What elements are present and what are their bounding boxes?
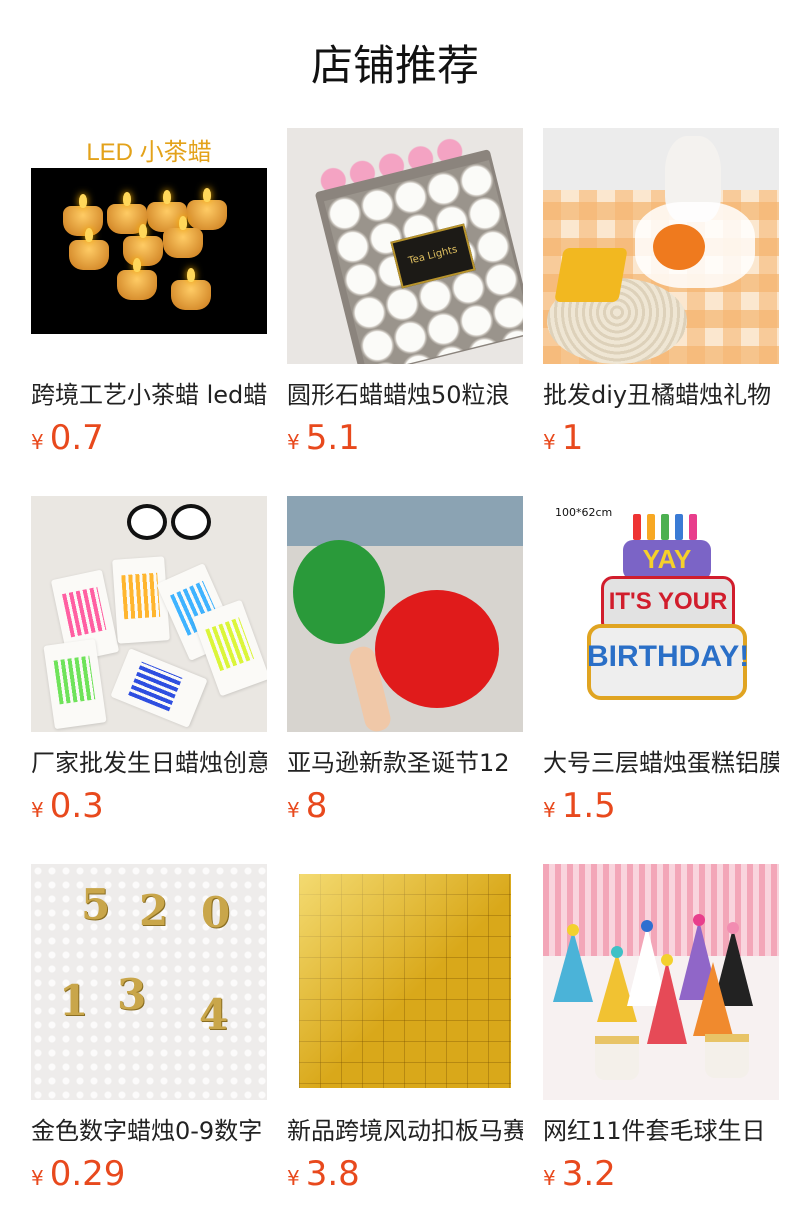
digit-candle: 2 <box>139 886 169 935</box>
product-price: ¥3.2 <box>543 1152 779 1202</box>
price-value: 1.5 <box>561 786 616 826</box>
price-value: 0.3 <box>49 786 104 826</box>
currency-symbol: ¥ <box>543 1166 556 1190</box>
currency-symbol: ¥ <box>31 430 44 454</box>
image-caption: LED 小茶蜡 <box>86 139 212 166</box>
price-value: 3.8 <box>305 1154 360 1194</box>
product-card[interactable]: 新品跨境风动扣板马赛 ¥3.8 <box>287 864 523 1232</box>
page-title: 店铺推荐 <box>310 41 479 90</box>
currency-symbol: ¥ <box>543 430 556 454</box>
product-price: ¥1.5 <box>543 784 779 834</box>
product-image[interactable]: Tea Lights <box>287 128 523 364</box>
led-candles-photo <box>31 168 267 334</box>
product-image[interactable] <box>287 496 523 732</box>
product-name[interactable]: 大号三层蜡烛蛋糕铝膜 <box>543 746 779 780</box>
product-name[interactable]: 跨境工艺小茶蜡 led蜡 <box>31 378 267 412</box>
balloon-text: YAY <box>642 544 692 574</box>
currency-symbol: ¥ <box>287 430 300 454</box>
currency-symbol: ¥ <box>31 798 44 822</box>
orange-candle <box>653 224 705 270</box>
cheese-candle <box>554 248 628 302</box>
product-price: ¥0.7 <box>31 416 267 466</box>
digit-candle: 3 <box>117 970 147 1019</box>
balloon-text: BIRTHDAY! <box>587 640 750 673</box>
product-image[interactable] <box>543 864 779 1100</box>
currency-symbol: ¥ <box>287 1166 300 1190</box>
digit-candle: 1 <box>59 976 89 1025</box>
product-price: ¥3.8 <box>287 1152 523 1202</box>
product-name[interactable]: 圆形石蜡蜡烛50粒浪 <box>287 378 523 412</box>
product-card[interactable]: 亚马逊新款圣诞节12 ¥8 <box>287 496 523 864</box>
sequin-panel <box>299 874 511 1088</box>
price-value: 5.1 <box>305 418 360 458</box>
product-price: ¥0.3 <box>31 784 267 834</box>
green-balloon <box>293 540 385 644</box>
price-value: 0.29 <box>49 1154 126 1194</box>
price-value: 1 <box>561 418 584 458</box>
product-price: ¥8 <box>287 784 523 834</box>
price-value: 0.7 <box>49 418 104 458</box>
price-value: 8 <box>305 786 328 826</box>
product-card[interactable]: 100*62cm YAY IT'S YOUR BIRTHDAY! 大号三层蜡烛蛋… <box>543 496 779 864</box>
currency-symbol: ¥ <box>543 798 556 822</box>
product-price: ¥0.29 <box>31 1152 267 1202</box>
product-grid: LED 小茶蜡 跨境工艺小茶蜡 led蜡 ¥0.7 Tea Lights 圆形石… <box>31 128 779 1232</box>
product-name[interactable]: 亚马逊新款圣诞节12 <box>287 746 523 780</box>
product-card[interactable]: 厂家批发生日蜡烛创意 ¥0.3 <box>31 496 267 864</box>
product-image[interactable] <box>31 496 267 732</box>
product-image[interactable]: LED 小茶蜡 <box>31 128 267 364</box>
currency-symbol: ¥ <box>31 1166 44 1190</box>
product-image[interactable]: 100*62cm YAY IT'S YOUR BIRTHDAY! <box>543 496 779 732</box>
currency-symbol: ¥ <box>287 798 300 822</box>
product-name[interactable]: 新品跨境风动扣板马赛 <box>287 1114 523 1148</box>
red-balloon <box>375 590 499 708</box>
product-image[interactable]: 5 2 0 1 3 4 <box>31 864 267 1100</box>
digit-candle: 0 <box>201 888 231 937</box>
product-name[interactable]: 金色数字蜡烛0-9数字 <box>31 1114 267 1148</box>
product-name[interactable]: 网红11件套毛球生日 <box>543 1114 779 1148</box>
product-card[interactable]: 5 2 0 1 3 4 金色数字蜡烛0-9数字 ¥0.29 <box>31 864 267 1232</box>
product-card[interactable]: 批发diy丑橘蜡烛礼物 ¥1 <box>543 128 779 496</box>
balloon-text: IT'S YOUR <box>608 588 728 615</box>
price-value: 3.2 <box>561 1154 616 1194</box>
product-card[interactable]: LED 小茶蜡 跨境工艺小茶蜡 led蜡 ¥0.7 <box>31 128 267 496</box>
digit-candle: 4 <box>199 990 229 1039</box>
novelty-glasses <box>127 500 213 540</box>
product-price: ¥5.1 <box>287 416 523 466</box>
size-label: 100*62cm <box>555 506 613 519</box>
digit-candle: 5 <box>81 880 111 929</box>
product-image[interactable] <box>287 864 523 1100</box>
product-name[interactable]: 批发diy丑橘蜡烛礼物 <box>543 378 779 412</box>
product-image[interactable] <box>543 128 779 364</box>
product-card[interactable]: 网红11件套毛球生日 ¥3.2 <box>543 864 779 1232</box>
product-name[interactable]: 厂家批发生日蜡烛创意 <box>31 746 267 780</box>
product-card[interactable]: Tea Lights 圆形石蜡蜡烛50粒浪 ¥5.1 <box>287 128 523 496</box>
product-price: ¥1 <box>543 416 779 466</box>
